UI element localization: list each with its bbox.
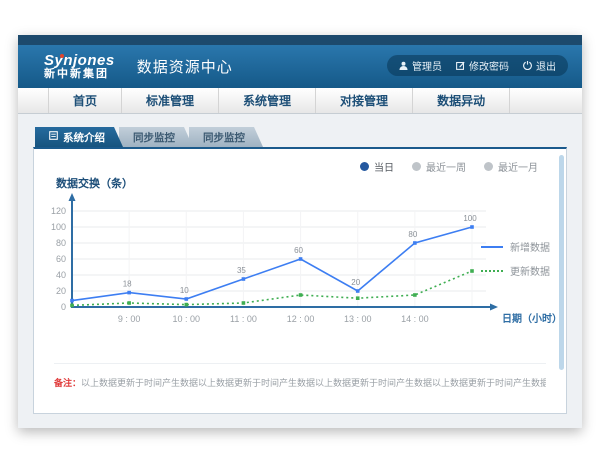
nav-item-standard-mgmt[interactable]: 标准管理 [122,88,219,113]
svg-text:日期（小时）: 日期（小时） [502,312,562,325]
filter-last-month[interactable]: 最近一月 [484,159,538,174]
svg-text:20: 20 [56,286,66,296]
logout-label: 退出 [536,58,556,73]
main-nav: 首页 标准管理 系统管理 对接管理 数据异动 [18,88,582,114]
radio-selected-icon [360,162,369,171]
chart-panel: 当日 最近一周 最近一月 数据交换（条） 0204060801001209 : … [33,147,567,414]
panel-scrollbar[interactable] [559,155,564,370]
footnote-text: 以上数据更新于时间产生数据以上数据更新于时间产生数据以上数据更新于时间产生数据以… [81,378,546,388]
footnote: 备注：以上数据更新于时间产生数据以上数据更新于时间产生数据以上数据更新于时间产生… [54,363,546,389]
svg-text:18: 18 [123,280,132,289]
radio-icon [412,162,421,171]
svg-text:120: 120 [51,206,66,216]
tab-sync-monitor-2[interactable]: 同步监控 [189,127,263,147]
header: Synjones 新中新集团 数据资源中心 管理员 修改密码 退出 [18,45,582,88]
logout-button[interactable]: 退出 [523,58,556,73]
user-menu: 管理员 修改密码 退出 [387,55,568,76]
svg-text:13 : 00: 13 : 00 [344,314,372,324]
svg-text:60: 60 [56,254,66,264]
change-password-button[interactable]: 修改密码 [456,58,509,73]
filter-last-week[interactable]: 最近一周 [412,159,466,174]
filter-today[interactable]: 当日 [360,159,394,174]
svg-text:35: 35 [237,266,246,275]
logo-red-dot [60,54,64,58]
svg-text:100: 100 [463,214,477,223]
content-area: 系统介绍 同步监控 同步监控 当日 最近一周 [18,114,582,428]
nav-item-data-change[interactable]: 数据异动 [413,88,510,113]
series-line-1 [72,271,472,305]
logo-company: 新中新集团 [44,69,115,81]
svg-text:12 : 00: 12 : 00 [287,314,315,324]
legend-swatch-icon [481,246,503,248]
top-strip [18,35,582,45]
filter-label: 当日 [374,159,394,174]
svg-text:14 : 00: 14 : 00 [401,314,429,324]
svg-text:0: 0 [61,302,66,312]
page-title: 数据资源中心 [137,56,233,77]
svg-text:20: 20 [351,278,360,287]
logo: Synjones 新中新集团 [44,53,115,80]
user-icon [399,61,408,70]
legend-swatch-icon [481,270,503,272]
chart-legend: 新增数据更新数据 [481,239,550,278]
svg-text:60: 60 [294,246,303,255]
svg-text:11 : 00: 11 : 00 [230,314,257,324]
tab-label: 同步监控 [203,130,245,145]
svg-text:10: 10 [180,286,189,295]
tab-label: 同步监控 [133,130,175,145]
change-password-label: 修改密码 [469,58,509,73]
time-filter-group: 当日 最近一周 最近一月 [360,159,538,174]
legend-item[interactable]: 更新数据 [481,263,550,278]
admin-user-label: 管理员 [412,58,442,73]
app-window: Synjones 新中新集团 数据资源中心 管理员 修改密码 退出 [18,35,582,428]
svg-text:80: 80 [408,230,417,239]
svg-text:9 : 00: 9 : 00 [118,314,141,324]
radio-icon [484,162,493,171]
power-icon [523,61,532,70]
svg-text:10 : 00: 10 : 00 [173,314,201,324]
filter-label: 最近一周 [426,159,466,174]
svg-text:100: 100 [51,222,66,232]
nav-item-home[interactable]: 首页 [48,88,122,113]
tab-bar: 系统介绍 同步监控 同步监控 [35,127,567,147]
logo-brand: Synjones [44,53,115,69]
filter-label: 最近一月 [498,159,538,174]
legend-label: 新增数据 [510,239,550,254]
footnote-label: 备注： [54,378,81,388]
nav-item-system-mgmt[interactable]: 系统管理 [219,88,316,113]
tab-sync-monitor-1[interactable]: 同步监控 [119,127,193,147]
nav-item-interface-mgmt[interactable]: 对接管理 [316,88,413,113]
svg-text:80: 80 [56,238,66,248]
document-icon [49,131,58,143]
legend-item[interactable]: 新增数据 [481,239,550,254]
svg-text:40: 40 [56,270,66,280]
legend-label: 更新数据 [510,263,550,278]
tab-label: 系统介绍 [63,130,105,145]
edit-icon [456,61,465,70]
admin-user-button[interactable]: 管理员 [399,58,442,73]
tab-system-intro[interactable]: 系统介绍 [35,127,123,147]
